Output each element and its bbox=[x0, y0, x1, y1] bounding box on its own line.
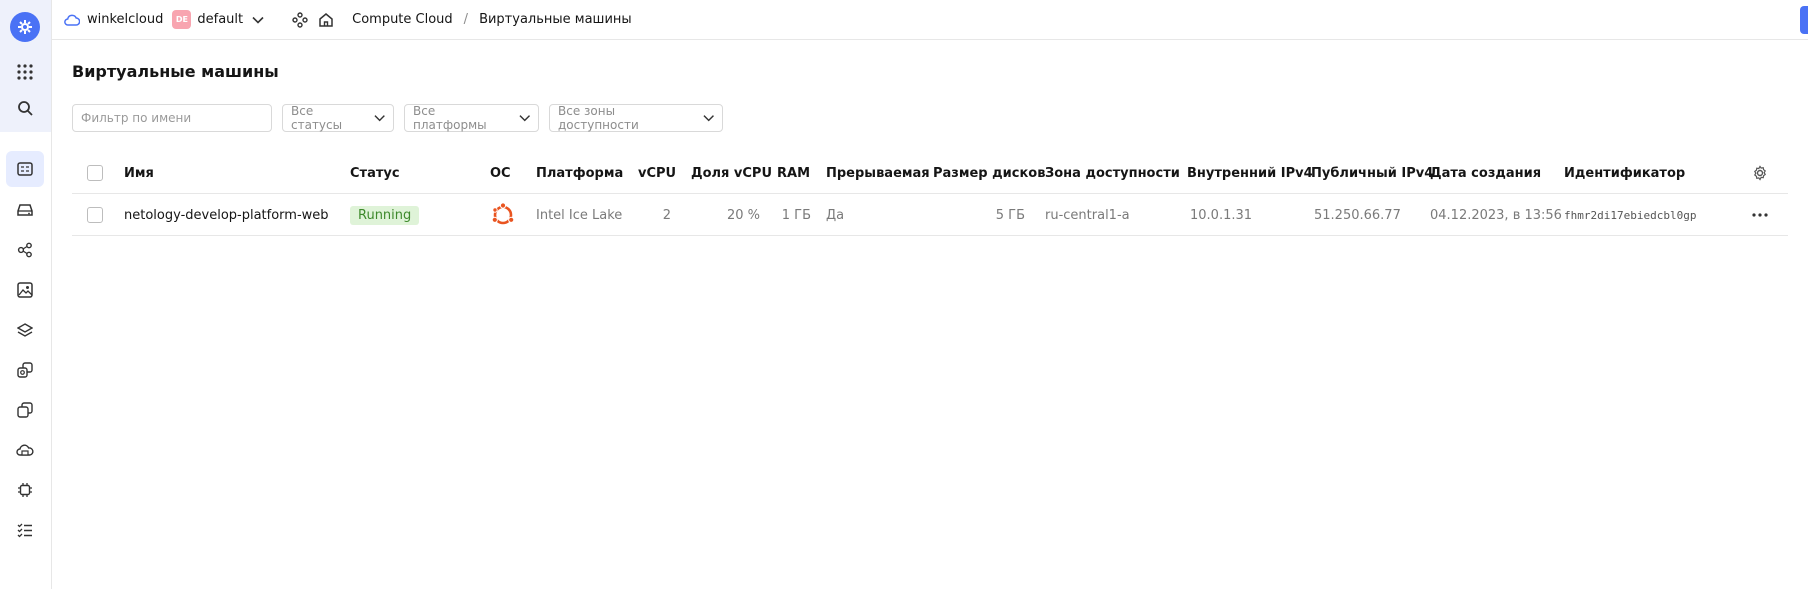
ubuntu-icon bbox=[491, 202, 515, 225]
vcpu-share-cell: 20 % bbox=[726, 207, 760, 223]
table-header-row: Имя Статус ОС Платформа vCPU Доля vCPU R… bbox=[72, 152, 1788, 194]
column-header-os[interactable]: ОС bbox=[490, 152, 511, 194]
service-tree-icon[interactable] bbox=[292, 11, 308, 28]
column-header-id[interactable]: Идентификатор bbox=[1564, 152, 1685, 194]
column-header-status[interactable]: Статус bbox=[350, 152, 400, 194]
column-header-public-ip[interactable]: Публичный IPv4 bbox=[1311, 152, 1433, 194]
home-icon[interactable] bbox=[318, 12, 334, 28]
breadcrumb-compute-cloud[interactable]: Compute Cloud bbox=[352, 12, 453, 27]
select-all-checkbox[interactable] bbox=[87, 165, 103, 181]
vm-name-link[interactable]: netology-develop-platform-web bbox=[124, 194, 329, 236]
top-header: winkelcloud DE default Compute Cloud / В… bbox=[52, 0, 1808, 40]
status-cell: Running bbox=[350, 194, 420, 236]
zone-cell: ru-central1-a bbox=[1045, 207, 1130, 223]
column-header-ram[interactable]: RAM bbox=[777, 152, 810, 194]
platform-filter-select[interactable]: Все платформы bbox=[404, 104, 539, 132]
row-actions-icon[interactable] bbox=[1752, 194, 1768, 236]
column-header-vcpu-share[interactable]: Доля vCPU bbox=[691, 152, 772, 194]
status-filter-value: Все статусы bbox=[291, 104, 343, 132]
column-header-vcpu[interactable]: vCPU bbox=[638, 152, 676, 194]
row-checkbox[interactable] bbox=[87, 207, 103, 223]
breadcrumb-current: Виртуальные машины bbox=[479, 12, 632, 27]
breadcrumb-separator: / bbox=[463, 12, 469, 27]
column-header-name[interactable]: Имя bbox=[124, 152, 154, 194]
cloud-name[interactable]: winkelcloud bbox=[87, 12, 163, 27]
column-header-platform[interactable]: Платформа bbox=[536, 152, 623, 194]
status-filter-select[interactable]: Все статусы bbox=[282, 104, 394, 132]
vm-list-icon[interactable] bbox=[6, 151, 44, 187]
vcpu-cell: 2 bbox=[662, 207, 671, 223]
platform-filter-value: Все платформы bbox=[413, 104, 487, 132]
preemptible-cell: Да bbox=[826, 207, 845, 223]
column-header-preemptible[interactable]: Прерываемая bbox=[826, 152, 930, 194]
table-settings-icon[interactable] bbox=[1752, 152, 1768, 194]
column-header-created[interactable]: Дата создания bbox=[1430, 152, 1541, 194]
chevron-down-icon bbox=[518, 115, 530, 122]
row-select-cell bbox=[87, 194, 103, 236]
services-grid-icon[interactable] bbox=[10, 57, 40, 87]
status-badge: Running bbox=[350, 205, 420, 225]
layers-icon[interactable] bbox=[10, 315, 40, 345]
folder-badge: DE bbox=[172, 10, 192, 29]
chevron-down-icon[interactable] bbox=[252, 16, 264, 24]
vm-id-cell: fhmr2di17ebiedcbl0gp bbox=[1564, 208, 1697, 222]
header-action-button[interactable] bbox=[1800, 6, 1808, 34]
placement-icon[interactable] bbox=[10, 235, 40, 265]
folder-name[interactable]: default bbox=[197, 12, 243, 27]
sidebar bbox=[0, 0, 52, 589]
public-ip-cell: 51.250.66.77 bbox=[1314, 207, 1401, 223]
image-icon[interactable] bbox=[10, 275, 40, 305]
chevron-down-icon bbox=[374, 115, 385, 122]
disk-size-cell: 5 ГБ bbox=[995, 207, 1025, 223]
name-filter-input[interactable]: Фильтр по имени bbox=[72, 104, 272, 132]
platform-cell: Intel Ice Lake bbox=[536, 207, 623, 223]
os-cell bbox=[490, 194, 516, 236]
column-header-zone[interactable]: Зона доступности bbox=[1045, 152, 1180, 194]
zone-filter-select[interactable]: Все зоны доступности bbox=[549, 104, 723, 132]
chip-icon[interactable] bbox=[10, 475, 40, 505]
column-header-disk-size[interactable]: Размер дисков bbox=[933, 152, 1045, 194]
disk-icon[interactable] bbox=[10, 195, 40, 225]
ram-cell: 1 ГБ bbox=[781, 207, 811, 223]
chevron-down-icon bbox=[703, 115, 714, 122]
search-icon[interactable] bbox=[10, 93, 40, 123]
checklist-icon[interactable] bbox=[10, 515, 40, 545]
logo-icon[interactable] bbox=[10, 12, 40, 42]
page-title: Виртуальные машины bbox=[72, 62, 279, 81]
created-cell: 04.12.2023, в 13:56 bbox=[1430, 207, 1562, 223]
gpu-cluster-icon[interactable] bbox=[10, 435, 40, 465]
cloud-icon bbox=[64, 14, 80, 26]
vm-table: Имя Статус ОС Платформа vCPU Доля vCPU R… bbox=[72, 152, 1788, 236]
table-row[interactable]: netology-develop-platform-web Running In… bbox=[72, 194, 1788, 236]
column-header-internal-ip[interactable]: Внутренний IPv4 bbox=[1187, 152, 1313, 194]
instance-groups-icon[interactable] bbox=[10, 395, 40, 425]
select-all-cell bbox=[87, 152, 103, 194]
internal-ip-cell: 10.0.1.31 bbox=[1190, 207, 1253, 223]
zone-filter-value: Все зоны доступности bbox=[558, 104, 639, 132]
snapshots-icon[interactable] bbox=[10, 355, 40, 385]
